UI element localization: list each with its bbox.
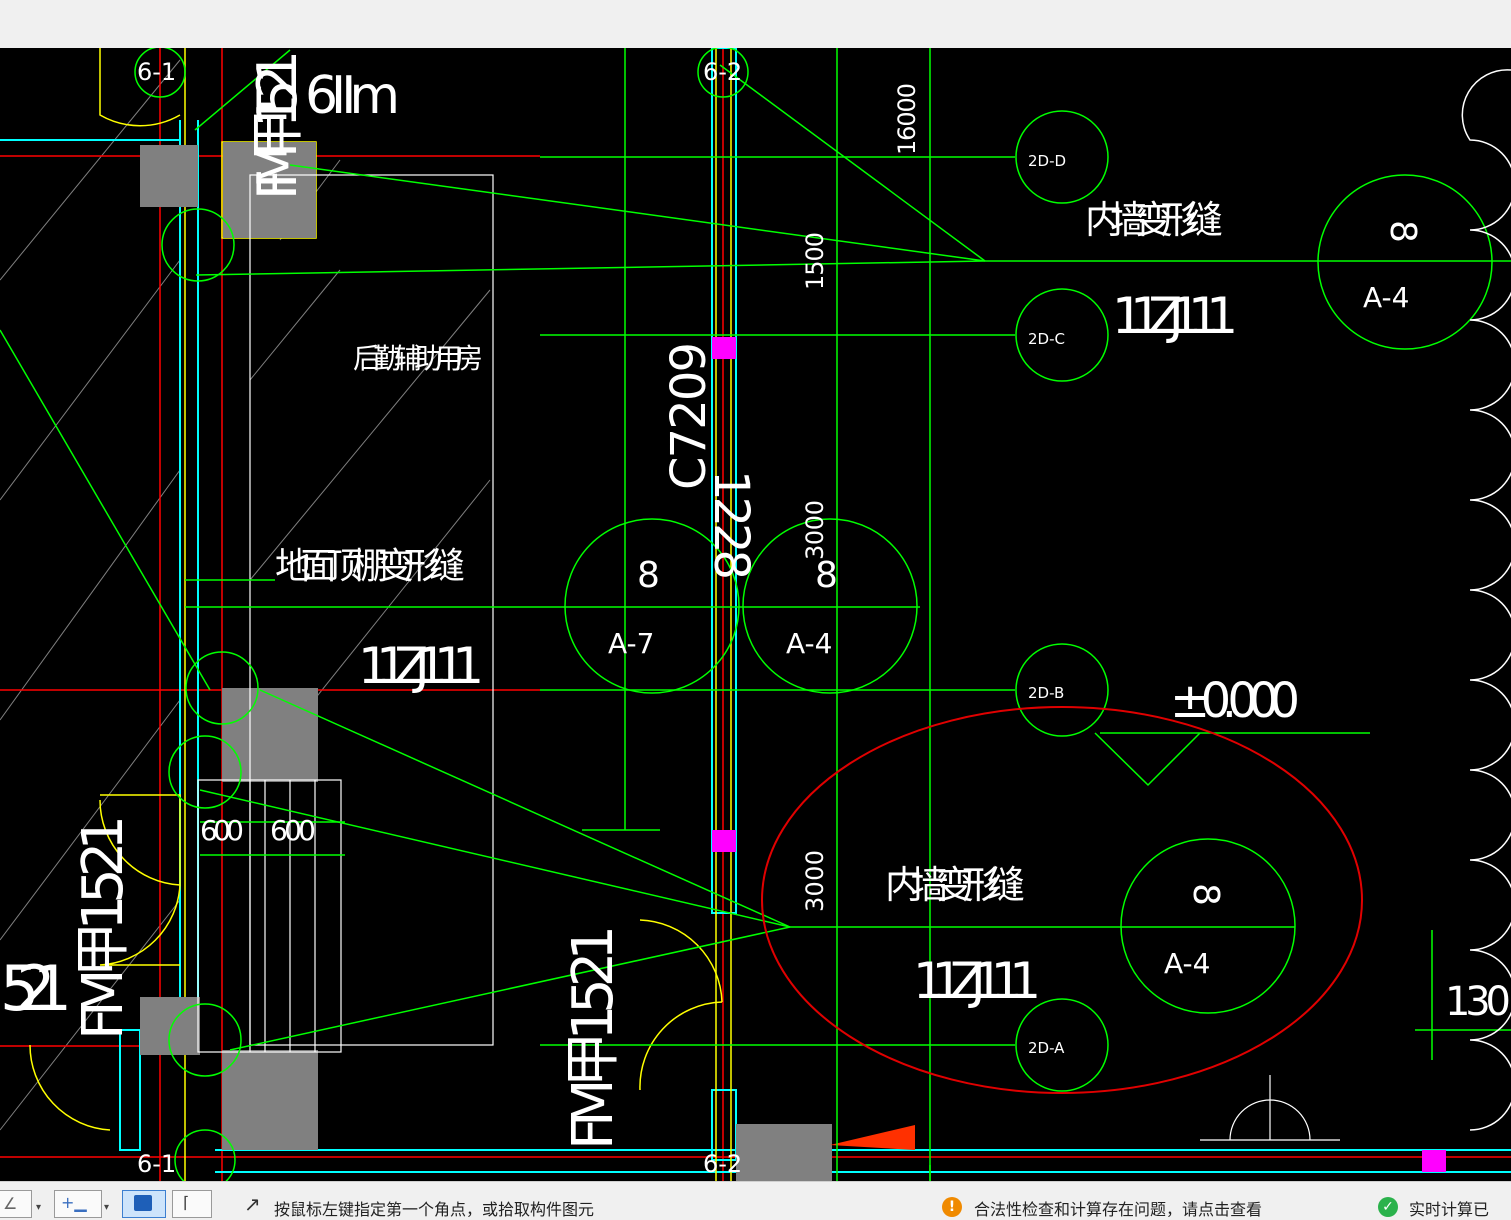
detail-a4-low-num: 8: [1185, 883, 1226, 906]
axis-bubbles: [134, 48, 1493, 1181]
warning-icon[interactable]: !: [942, 1197, 962, 1217]
magenta-grips: [712, 337, 1446, 1172]
add-point-icon: +▁: [61, 1193, 87, 1212]
select-icon: [134, 1195, 152, 1211]
validation-warning-link[interactable]: 合法性检查和计算存在问题，请点击查看: [974, 1196, 1262, 1220]
dim-3000-low-text: 3000: [801, 850, 829, 912]
detail-a4-low-ref: A-4: [1164, 947, 1210, 980]
door-fm-top-text: FM甲1521: [246, 50, 309, 200]
grid-2d-c-text: 2D-C: [1028, 330, 1065, 348]
window-c-overlap-text: 1228: [703, 470, 759, 580]
door-fm-left-text: FM甲1521: [71, 815, 136, 1040]
check-icon: ✓: [1378, 1197, 1398, 1217]
axis-6-2-bottom-text: 6-2: [703, 1150, 742, 1178]
detail-a4-top-num: 8: [1382, 220, 1423, 243]
top-ribbon-area: [0, 0, 1511, 48]
atlas-top-text: 11ZJ111: [1112, 287, 1238, 345]
cad-drawing-canvas[interactable]: 后勤辅助用房 地面顶棚变形缝 内墙变形缝 内墙变形缝 11ZJ111 11ZJ1…: [0, 48, 1511, 1181]
dim-16000-text: 16000: [893, 83, 921, 155]
axis-6-2-top-text: 6-2: [703, 58, 742, 86]
dim-600-a-text: 600: [200, 814, 244, 847]
gray-columns: [140, 142, 832, 1181]
joint-inner-wall-top-text: 内墙变形缝: [1085, 198, 1223, 242]
grid-2d-a-text: 2D-A: [1028, 1039, 1065, 1057]
window-c-text: C7209: [661, 342, 717, 490]
add-point-button[interactable]: +▁: [54, 1190, 102, 1218]
realtime-calc-status[interactable]: 实时计算已: [1409, 1196, 1489, 1220]
section-62m-text: 6Ⅱm: [305, 66, 400, 126]
line-tool-button[interactable]: ∠: [0, 1190, 32, 1218]
line-tool-icon: ∠: [3, 1194, 18, 1213]
grid-2d-d-text: 2D-D: [1028, 152, 1066, 170]
add-point-dropdown-icon[interactable]: ▾: [104, 1202, 109, 1213]
status-bar: ∠ ▾ +▁ ▾ ⌈ ↗ 按鼠标左键指定第一个角点，或拾取构件图元 ! 合法性检…: [0, 1181, 1511, 1219]
select-button[interactable]: [122, 1190, 166, 1218]
dim-600-b-text: 600: [270, 814, 316, 847]
detail-a4-mid-num: 8: [815, 555, 838, 596]
atlas-bottom-text: 11ZJ111: [913, 952, 1041, 1010]
dim-3000-mid-text: 3000: [801, 500, 829, 560]
detail-a7-num: 8: [637, 555, 660, 596]
room-name-text: 后勤辅助用房: [353, 342, 483, 375]
command-prompt-text: 按鼠标左键指定第一个角点，或拾取构件图元: [274, 1200, 595, 1219]
axis-6-1-bottom-text: 6-1: [137, 1150, 176, 1178]
detail-a4-top-ref: A-4: [1363, 281, 1409, 314]
dim-130-text: 130: [1445, 979, 1511, 1025]
joint-inner-wall-bottom-text: 内墙变形缝: [885, 863, 1025, 907]
revision-cloud: [1461, 69, 1511, 1131]
dim-1500-text: 1500: [801, 232, 829, 290]
red-triangle-mark: [830, 1125, 915, 1150]
cad-drawing[interactable]: 后勤辅助用房 地面顶棚变形缝 内墙变形缝 内墙变形缝 11ZJ111 11ZJ1…: [0, 48, 1511, 1181]
markup-ellipse[interactable]: [761, 706, 1363, 1094]
grid-2d-b-text: 2D-B: [1028, 684, 1064, 702]
axis-6-1-top-text: 6-1: [137, 58, 176, 86]
atlas-mid-text: 11ZJ111: [358, 637, 484, 695]
joint-ground-ceiling-text: 地面顶棚变形缝: [275, 546, 465, 587]
detail-a4-mid-ref: A-4: [786, 627, 832, 660]
door-fm-left-partial-text: 521: [0, 952, 72, 1025]
polyline-icon: ⌈: [183, 1193, 190, 1212]
polyline-button[interactable]: ⌈: [172, 1190, 212, 1218]
line-tool-dropdown-icon[interactable]: ▾: [36, 1202, 41, 1213]
elevation-text: ±0.000: [1170, 673, 1300, 729]
door-fm-bottom-text: FM甲1521: [561, 925, 626, 1150]
detail-a7-ref: A-7: [608, 627, 654, 660]
resize-arrow-icon: ↗: [244, 1192, 261, 1216]
